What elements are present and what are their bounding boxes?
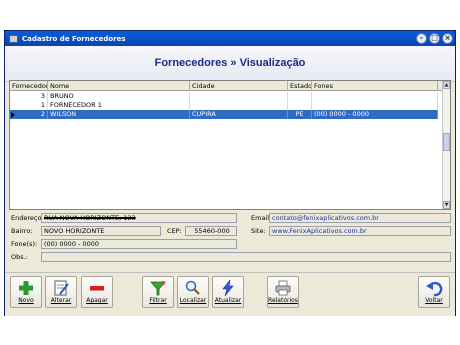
cell-fones (312, 101, 438, 110)
apagar-button[interactable]: Apagar (81, 276, 113, 308)
printer-icon (275, 280, 291, 296)
plus-icon (19, 281, 33, 295)
cell-fornecedor: 3 (10, 92, 48, 101)
minus-icon (90, 286, 104, 291)
column-header-fones[interactable]: Fones (312, 81, 438, 91)
obs-field[interactable] (41, 252, 451, 262)
table-row[interactable]: 1 FORNECEDOR 1 (10, 101, 438, 110)
fones-field[interactable]: (00) 0000 - 0000 (41, 239, 237, 249)
app-icon (9, 34, 18, 43)
window-title: Cadastro de Fornecedores (22, 34, 126, 43)
scroll-thumb[interactable] (443, 133, 450, 151)
localizar-button[interactable]: Localizar (177, 276, 209, 308)
alterar-label: Alterar (50, 297, 72, 304)
column-header-estado[interactable]: Estado (288, 81, 312, 91)
cell-cidade (190, 92, 288, 101)
bairro-label: Bairro: (11, 227, 33, 235)
filtrar-button[interactable]: Filtrar (142, 276, 174, 308)
alterar-button[interactable]: Alterar (45, 276, 77, 308)
cep-label: CEP: (167, 227, 182, 235)
table-row-selected[interactable]: 2 WILSON CUPIRA PE (00) 0000 - 0000 (10, 110, 438, 119)
scroll-up-icon[interactable]: ▲ (443, 81, 450, 89)
site-field[interactable]: www.FenixAplicativos.com.br (269, 226, 451, 236)
cell-cidade (190, 101, 288, 110)
cell-estado: PE (288, 110, 312, 119)
scroll-down-icon[interactable]: ▼ (443, 201, 450, 209)
title-bar[interactable]: Cadastro de Fornecedores - □ × (5, 31, 455, 46)
endereco-label: Endereço: (11, 214, 44, 222)
suppliers-grid[interactable]: Fornecedor Nome Cidade Estado Fones 3 BR… (9, 80, 451, 210)
close-button[interactable]: × (442, 33, 453, 44)
novo-label: Novo (18, 297, 34, 304)
novo-button[interactable]: Novo (10, 276, 42, 308)
cell-fornecedor: 2 (10, 110, 48, 119)
minimize-button[interactable]: - (416, 33, 427, 44)
back-arrow-icon (426, 281, 443, 297)
column-header-cidade[interactable]: Cidade (190, 81, 288, 91)
fones-label: Fone(s): (11, 240, 38, 248)
cell-nome: FORNECEDOR 1 (48, 101, 190, 110)
cell-fones (312, 92, 438, 101)
cell-nome: BRUNO (48, 92, 190, 101)
cell-fornecedor: 1 (10, 101, 48, 110)
toolbar: Novo Alterar Apagar Filtrar Localizar At… (5, 272, 455, 316)
column-header-fornecedor[interactable]: Fornecedor (10, 81, 48, 91)
obs-label: Obs.: (11, 253, 28, 261)
relatorios-label: Relatórios (268, 297, 298, 304)
search-icon (185, 280, 200, 295)
relatorios-button[interactable]: Relatórios (267, 276, 299, 308)
endereco-field[interactable]: RUA NOVA HORIZONTE, 123 (41, 213, 237, 223)
current-row-indicator-icon (11, 111, 15, 118)
filtrar-label: Filtrar (149, 297, 167, 304)
maximize-button[interactable]: □ (429, 33, 440, 44)
cell-estado (288, 101, 312, 110)
grid-header: Fornecedor Nome Cidade Estado Fones (10, 81, 446, 91)
atualizar-button[interactable]: Atualizar (212, 276, 244, 308)
voltar-label: Voltar (425, 297, 443, 304)
bairro-field[interactable]: NOVO HORIZONTE (41, 226, 161, 236)
cell-cidade: CUPIRA (190, 110, 288, 119)
window-controls: - □ × (416, 33, 453, 44)
cep-field[interactable]: 55460-000 (185, 226, 237, 236)
site-label: Site: (251, 227, 266, 235)
cell-estado (288, 92, 312, 101)
column-header-nome[interactable]: Nome (48, 81, 190, 91)
filter-icon (150, 281, 166, 296)
edit-document-icon (54, 280, 69, 296)
grid-scrollbar[interactable]: ▲ ▼ (442, 81, 450, 209)
page-title: Fornecedores » Visualização (5, 46, 455, 82)
cell-fones: (00) 0000 - 0000 (312, 110, 438, 119)
main-window: Cadastro de Fornecedores - □ × Fornecedo… (4, 30, 456, 316)
atualizar-label: Atualizar (214, 297, 242, 304)
lightning-icon (222, 279, 234, 297)
apagar-label: Apagar (86, 297, 108, 304)
voltar-button[interactable]: Voltar (418, 276, 450, 308)
table-row[interactable]: 3 BRUNO (10, 92, 438, 101)
email-field[interactable]: contato@fenixaplicativos.com.br (269, 213, 451, 223)
cell-nome: WILSON (48, 110, 190, 119)
localizar-label: Localizar (179, 297, 207, 304)
